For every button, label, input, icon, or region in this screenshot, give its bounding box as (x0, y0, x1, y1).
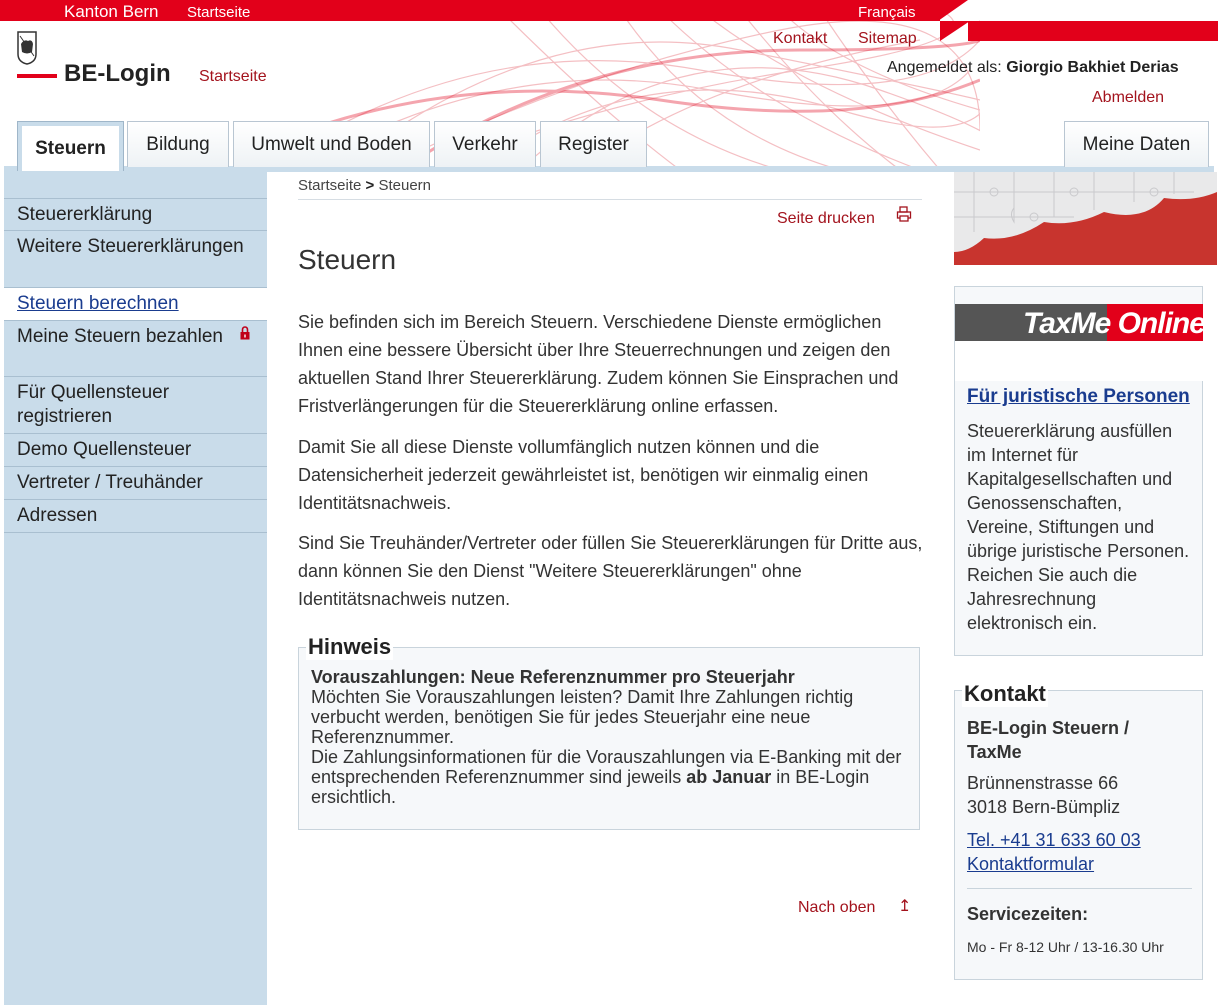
tab-verkehr-label: Verkehr (452, 133, 518, 155)
sidebar-item-label: Steuererklärung (17, 204, 153, 225)
tab-meine-daten-label: Meine Daten (1082, 133, 1191, 155)
breadcrumb-divider (298, 199, 922, 200)
tab-register[interactable]: Register (540, 121, 647, 167)
sidebar-item-label: Für Quellensteuer registrieren (17, 382, 170, 427)
kontakt-street: Brünnenstrasse 66 (967, 773, 1119, 793)
taxme-banner-spacer (955, 341, 1203, 381)
logged-in-info: Angemeldet als: Giorgio Bakhiet Derias (887, 59, 1179, 77)
sidebar-item-label: Steuern berechnen (17, 293, 179, 314)
sidebar-item-label: Vertreter / Treuhänder (17, 472, 203, 493)
breadcrumb-home-link[interactable]: Startseite (298, 177, 361, 194)
breadcrumb-separator: > (365, 177, 375, 194)
sidebar-item-demo-quellensteuer[interactable]: Demo Quellensteuer (4, 434, 267, 467)
kontakt-name: BE-Login Steuern / TaxMe (967, 718, 1129, 762)
printer-icon[interactable] (896, 206, 912, 222)
hinweis-title: Hinweis (306, 634, 394, 660)
print-page-link[interactable]: Seite drucken (777, 210, 875, 228)
tab-umwelt-label: Umwelt und Boden (251, 133, 412, 155)
breadcrumb-current: Steuern (378, 177, 432, 194)
sidebar-item-label: Weitere Steuererklärungen (17, 236, 244, 257)
top-bar-right (968, 21, 1218, 41)
kontakt-divider (967, 888, 1192, 889)
kontakt-address: Brünnenstrasse 66 3018 Bern-Bümpliz (967, 771, 1120, 819)
hinweis-body: Vorauszahlungen: Neue Referenznummer pro… (311, 667, 911, 807)
sidebar-item-meine-steuern-bezahlen[interactable]: Meine Steuern bezahlen (4, 321, 267, 377)
header-kontakt-link[interactable]: Kontakt (773, 30, 827, 48)
logout-link[interactable]: Abmelden (1092, 89, 1164, 107)
juristische-personen-link[interactable]: Für juristische Personen (967, 386, 1190, 408)
top-bar-wedge (940, 21, 970, 41)
kontakt-title: Kontakt (962, 681, 1048, 707)
sidebar-item-adressen[interactable]: Adressen (4, 500, 267, 533)
intro-paragraph: Sie befinden sich im Bereich Steuern. Ve… (298, 312, 899, 416)
sidebar-item-quellensteuer-registrieren[interactable]: Für Quellensteuer registrieren (4, 377, 267, 434)
hinweis-heading: Vorauszahlungen: Neue Referenznummer pro… (311, 667, 795, 687)
brand-startseite-link[interactable]: Startseite (199, 68, 267, 86)
tab-verkehr[interactable]: Verkehr (434, 121, 536, 167)
taxme-online-banner[interactable]: TaxMe Online (955, 304, 1203, 341)
tab-register-label: Register (558, 133, 629, 155)
servicezeiten-label: Servicezeiten: (967, 904, 1089, 924)
sidebar-item-steuererklaerung[interactable]: Steuererklärung (4, 198, 267, 231)
kanton-bern-label: Kanton Bern (64, 2, 159, 21)
sidebar-item-label: Meine Steuern bezahlen (17, 326, 223, 347)
top-startseite-link[interactable]: Startseite (187, 4, 250, 21)
sidebar-item-vertreter-treuhaender[interactable]: Vertreter / Treuhänder (4, 467, 267, 500)
sidebar-item-steuern-berechnen[interactable]: Steuern berechnen (4, 288, 267, 321)
language-francais-link[interactable]: Français (858, 4, 916, 21)
breadcrumb: Startseite > Steuern (298, 177, 431, 194)
be-login-logo[interactable]: BE-Login (64, 60, 171, 88)
arrow-up-icon[interactable]: ↥ (898, 896, 911, 916)
puzzle-image (954, 172, 1217, 265)
servicezeiten-hours: Mo - Fr 8-12 Uhr / 13-16.30 Uhr (967, 939, 1164, 955)
tab-steuern[interactable]: Steuern (17, 121, 124, 171)
brand-underline (17, 74, 57, 78)
user-name: Giorgio Bakhiet Derias (1006, 59, 1179, 76)
logged-in-label: Angemeldet als: (887, 59, 1002, 76)
kontaktformular-link[interactable]: Kontaktformular (967, 854, 1094, 875)
taxme-description: Steuererklärung ausfüllen im Internet fü… (967, 421, 1190, 633)
sidebar-item-label: Adressen (17, 505, 98, 526)
hinweis-text-2-bold: ab Januar (686, 767, 772, 787)
back-to-top-link[interactable]: Nach oben (798, 899, 875, 917)
sidebar-item-weitere-steuererklaerungen[interactable]: Weitere Steuererklärungen (4, 231, 267, 288)
tab-steuern-label: Steuern (22, 126, 119, 171)
taxme-banner-text: TaxMe Online (1023, 307, 1203, 340)
kontakt-phone-link[interactable]: Tel. +41 31 633 60 03 (967, 830, 1141, 851)
sidebar: Steuererklärung Weitere Steuererklärunge… (4, 172, 267, 1005)
treuhaender-paragraph: Sind Sie Treuhänder/Vertreter oder fülle… (298, 533, 923, 609)
top-bar (0, 0, 1218, 21)
kontakt-city: 3018 Bern-Bümpliz (967, 797, 1121, 817)
bern-crest-icon (17, 31, 37, 65)
sidebar-item-label: Demo Quellensteuer (17, 439, 192, 460)
identity-paragraph: Damit Sie all diese Dienste vollumfängli… (298, 437, 869, 513)
tab-umwelt-und-boden[interactable]: Umwelt und Boden (233, 121, 430, 167)
tab-bildung[interactable]: Bildung (127, 121, 229, 167)
lock-icon (240, 326, 250, 340)
tab-bildung-label: Bildung (146, 133, 210, 155)
hinweis-text-1: Möchten Sie Vorauszahlungen leisten? Dam… (311, 687, 854, 747)
header-sitemap-link[interactable]: Sitemap (858, 30, 917, 48)
tab-meine-daten[interactable]: Meine Daten (1064, 121, 1209, 167)
page-title: Steuern (298, 244, 397, 275)
